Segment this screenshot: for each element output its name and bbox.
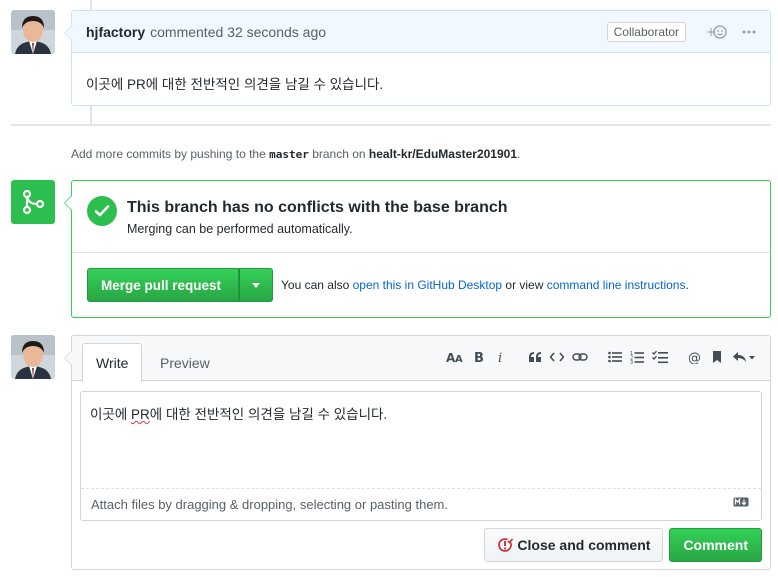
text-before: 이곳에 <box>90 407 132 422</box>
bullet-list-icon[interactable] <box>608 347 622 367</box>
svg-text:i: i <box>498 351 502 364</box>
merge-status: This branch has no conflicts with the ba… <box>72 181 770 253</box>
tab-write[interactable]: Write <box>82 343 143 382</box>
svg-text:@: @ <box>688 351 701 364</box>
merge-alternatives: You can also open this in GitHub Desktop… <box>281 278 689 292</box>
dropdown-caret-icon <box>252 282 260 288</box>
merge-status-title: This branch has no conflicts with the ba… <box>127 199 508 216</box>
timeline-line <box>90 0 92 10</box>
merge-alt-middle: or view <box>505 278 544 292</box>
comment-body: 이곳에 PR에 대한 전반적인 의견을 남길 수 있습니다. <box>86 77 384 92</box>
close-and-comment-button[interactable]: Close and comment <box>484 528 664 562</box>
reply-icon[interactable] <box>732 347 756 367</box>
markdown-toolbar: AA B i 123 @ <box>438 347 756 367</box>
git-merge-icon <box>11 180 55 224</box>
merge-alt-prefix: You can also <box>281 278 350 292</box>
comment-textarea[interactable]: 이곳에 PR에 대한 전반적인 의견을 남길 수 있습니다. Attach fi… <box>80 391 762 521</box>
form-header: Write Preview AA B i 1 2 3 @ <box>72 336 770 382</box>
avatar[interactable] <box>11 10 55 54</box>
quote-icon[interactable] <box>528 347 542 367</box>
svg-text:B: B <box>474 351 484 364</box>
italic-icon[interactable]: i <box>494 347 508 367</box>
task-list-icon[interactable] <box>652 347 668 367</box>
comment-header: hjfactory commented 32 seconds ago Colla… <box>72 11 770 53</box>
branch-name: master <box>269 148 309 161</box>
push-note-prefix: Add more commits by pushing to the <box>71 147 266 161</box>
add-reaction-icon[interactable]: + <box>706 24 728 40</box>
collaborator-badge: Collaborator <box>606 21 686 42</box>
close-and-comment-label: Close and comment <box>517 537 651 553</box>
github-desktop-link[interactable]: open this in GitHub Desktop <box>353 278 502 292</box>
attach-files-hint[interactable]: Attach files by dragging & dropping, sel… <box>81 488 761 520</box>
merge-panel: This branch has no conflicts with the ba… <box>64 180 771 318</box>
markdown-icon[interactable] <box>733 494 749 510</box>
bold-icon[interactable]: B <box>472 347 486 367</box>
form-actions: Close and comment Comment <box>484 528 762 562</box>
comment-box: hjfactory commented 32 seconds ago Colla… <box>64 10 771 106</box>
merge-status-subtitle: Merging can be performed automatically. <box>127 222 353 236</box>
text-after: 에 대한 전반적인 의견을 남길 수 있습니다. <box>149 407 388 422</box>
tab-preview[interactable]: Preview <box>147 343 223 382</box>
new-comment-form: Write Preview AA B i 1 2 3 @ 이곳에 PR에 대한 … <box>64 335 771 570</box>
comment-input-text: 이곳에 PR에 대한 전반적인 의견을 남길 수 있습니다. <box>90 403 387 423</box>
comment-timestamp[interactable]: commented 32 seconds ago <box>150 24 326 40</box>
repo-name: healt-kr/EduMaster201901 <box>368 147 517 161</box>
comment-author[interactable]: hjfactory <box>86 24 145 40</box>
link-icon[interactable] <box>572 347 588 367</box>
merge-alt-suffix: . <box>685 278 689 292</box>
push-note-middle: branch on <box>312 147 366 161</box>
svg-text:3: 3 <box>630 360 633 364</box>
push-note: Add more commits by pushing to the maste… <box>71 147 520 161</box>
push-note-suffix: . <box>517 147 521 161</box>
reference-icon[interactable] <box>710 347 724 367</box>
more-icon[interactable] <box>742 30 756 34</box>
check-icon <box>87 196 117 226</box>
avatar[interactable] <box>11 335 55 379</box>
issue-closed-icon <box>498 538 514 552</box>
text-size-icon[interactable]: AA <box>446 347 464 367</box>
svg-text:A: A <box>455 354 463 364</box>
code-icon[interactable] <box>550 347 564 367</box>
timeline-divider <box>11 124 771 126</box>
command-line-instructions-link[interactable]: command line instructions <box>547 278 686 292</box>
mention-icon[interactable]: @ <box>688 347 702 367</box>
numbered-list-icon[interactable]: 123 <box>630 347 644 367</box>
merge-pull-request-button[interactable]: Merge pull request <box>87 268 239 302</box>
spellcheck-flagged-word: PR <box>131 407 150 422</box>
merge-options-dropdown[interactable] <box>239 268 273 302</box>
comment-button[interactable]: Comment <box>669 528 762 562</box>
merge-actions: Merge pull request You can also open thi… <box>87 268 689 302</box>
